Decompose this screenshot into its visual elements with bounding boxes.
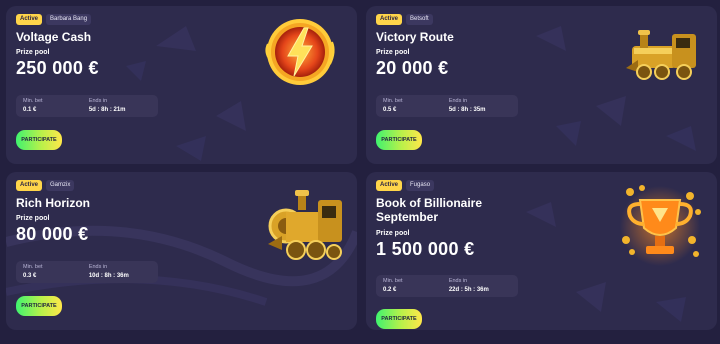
provider-badge: Barbara Bang [46, 14, 92, 25]
participate-button[interactable]: PARTICIPATE [376, 309, 422, 329]
min-bet-value: 0.1 € [23, 107, 37, 113]
participate-button[interactable]: PARTICIPATE [16, 296, 62, 316]
trophy-icon [620, 185, 701, 266]
ends-in-label: Ends in [448, 278, 468, 284]
bet-info-box: Min. bet 0.1 € Ends in 5d : 8h : 21m [16, 95, 158, 117]
provider-badge: Fugaso [406, 180, 435, 191]
status-badge: Active [16, 14, 43, 25]
ends-in-value: 5d : 8h : 35m [448, 107, 486, 113]
ends-in-label: Ends in [448, 98, 468, 104]
min-bet-value: 0.3 € [23, 273, 37, 279]
status-badge: Active [376, 180, 403, 191]
tournament-card-book-of-billionaire[interactable]: Active Fugaso Book of Billionaire Septem… [366, 172, 717, 330]
tournament-card-voltage-cash[interactable]: Active Barbara Bang Voltage Cash Prize p… [6, 6, 357, 164]
provider-badge: Betsoft [406, 14, 433, 25]
gold-train-icon [268, 190, 342, 260]
ends-in-value: 5d : 8h : 21m [88, 107, 126, 113]
bet-info-box: Min. bet 0.2 € Ends in 22d : 5h : 36m [376, 275, 518, 297]
participate-button[interactable]: PARTICIPATE [376, 130, 422, 150]
min-bet-value: 0.2 € [383, 287, 397, 293]
lightning-coin-icon [265, 19, 335, 85]
status-badge: Active [16, 180, 43, 191]
provider-badge: Gamzix [46, 180, 75, 191]
bet-info-box: Min. bet 0.3 € Ends in 10d : 8h : 36m [16, 261, 158, 283]
participate-button[interactable]: PARTICIPATE [16, 130, 62, 150]
min-bet-label: Min. bet [383, 98, 403, 104]
min-bet-label: Min. bet [383, 278, 403, 284]
bet-info-box: Min. bet 0.5 € Ends in 5d : 8h : 35m [376, 95, 518, 117]
min-bet-label: Min. bet [23, 98, 43, 104]
ends-in-label: Ends in [88, 264, 108, 270]
tournament-card-rich-horizon[interactable]: Active Gamzix Rich Horizon Prize pool 80… [6, 172, 357, 330]
ends-in-value: 10d : 8h : 36m [88, 273, 129, 279]
ends-in-value: 22d : 5h : 36m [448, 287, 489, 293]
min-bet-label: Min. bet [23, 264, 43, 270]
gold-train-icon [626, 30, 696, 80]
status-badge: Active [376, 14, 403, 25]
ends-in-label: Ends in [88, 98, 108, 104]
tournament-card-victory-route[interactable]: Active Betsoft Victory Route Prize pool … [366, 6, 717, 164]
min-bet-value: 0.5 € [383, 107, 397, 113]
